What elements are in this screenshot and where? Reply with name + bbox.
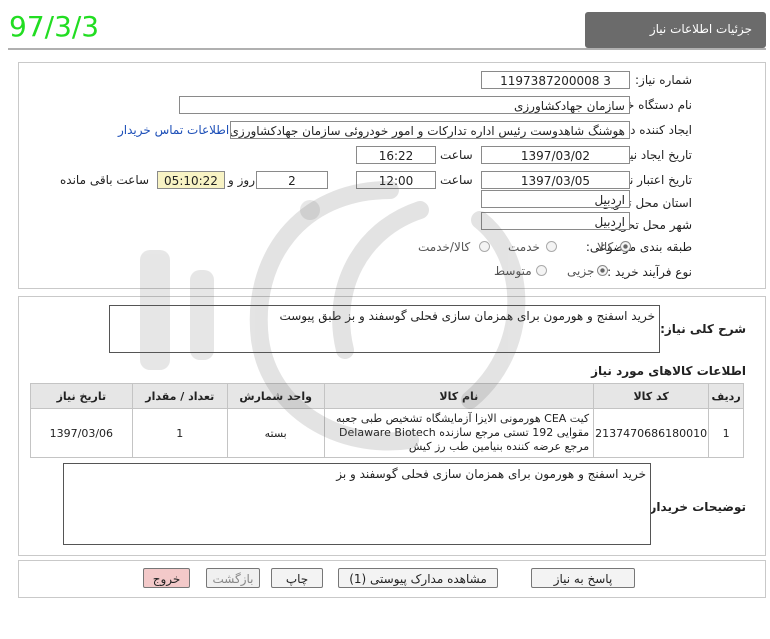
col-header-row: ردیف	[708, 383, 744, 409]
page-title: جزئیات اطلاعات نیاز	[649, 22, 752, 36]
buyer-notes-label: توضیحات خریدار:	[644, 500, 746, 514]
table-row: 1397/03/06 1 بسته کیت CEA هورمونی الایزا…	[30, 408, 744, 458]
cell-row: 1	[708, 408, 744, 458]
process-option-minor-radio[interactable]	[597, 265, 608, 276]
cell-code: 2137470686180010	[593, 408, 710, 458]
remaining-days-field: 2	[256, 171, 328, 189]
summary-text: خرید اسفنج و هورمون برای همزمان سازی فحل…	[109, 305, 660, 353]
exit-button[interactable]: خروج	[143, 568, 190, 588]
requester-field: هوشنگ شاهدوست رئیس اداره تدارکات و امور …	[230, 121, 630, 139]
days-label: روز و	[228, 173, 255, 187]
page-header: جزئیات اطلاعات نیاز	[585, 12, 766, 48]
created-date-field: 1397/03/02	[481, 146, 630, 164]
attachments-button[interactable]: مشاهده مدارک پیوستی (1)	[338, 568, 498, 588]
col-header-unit: واحد شمارش	[226, 383, 325, 409]
process-option-medium-label: متوسط	[494, 264, 532, 278]
col-header-name: نام کالا	[323, 383, 595, 409]
city-field: اردبیل	[481, 212, 630, 230]
process-type-label: نوع فرآیند خرید :	[607, 265, 692, 279]
items-section-title: اطلاعات کالاهای مورد نیاز	[591, 364, 746, 378]
valid-until-time-label: ساعت	[440, 173, 473, 187]
remaining-time-label: ساعت باقی مانده	[60, 173, 150, 187]
category-option-both-radio[interactable]	[479, 241, 490, 252]
category-option-service-label: خدمت	[508, 240, 540, 254]
header-divider	[8, 48, 766, 50]
cell-qty: 1	[131, 408, 228, 458]
need-number-label: شماره نیاز:	[635, 73, 692, 87]
cell-unit: بسته	[226, 408, 325, 458]
valid-until-time-field: 12:00	[356, 171, 436, 189]
category-option-service-radio[interactable]	[546, 241, 557, 252]
col-header-date: تاریخ نیاز	[30, 383, 133, 409]
summary-label: شرح کلی نیاز:	[660, 322, 746, 336]
created-time-label: ساعت	[440, 148, 473, 162]
created-time-field: 16:22	[356, 146, 436, 164]
reply-button[interactable]: پاسخ به نیاز	[531, 568, 635, 588]
cell-name: کیت CEA هورمونی الایزا آزمایشگاه تشخیص ط…	[323, 408, 595, 458]
category-option-goods-radio[interactable]	[620, 241, 631, 252]
need-number-field: 1197387200008 3	[481, 71, 630, 89]
col-header-qty: تعداد / مقدار	[131, 383, 228, 409]
buyer-contact-link[interactable]: اطلاعات تماس خریدار	[118, 123, 229, 137]
valid-until-date-field: 1397/03/05	[481, 171, 630, 189]
print-button[interactable]: چاپ	[271, 568, 323, 588]
process-option-medium-radio[interactable]	[536, 265, 547, 276]
category-option-goods-label: کالا	[597, 240, 614, 254]
cell-date: 1397/03/06	[30, 408, 133, 458]
province-field: اردبیل	[481, 190, 630, 208]
buyer-notes-text: خرید اسفنج و هورمون برای همزمان سازی فحل…	[63, 463, 651, 545]
items-table: تاریخ نیاز تعداد / مقدار واحد شمارش نام …	[30, 383, 744, 458]
items-table-header: تاریخ نیاز تعداد / مقدار واحد شمارش نام …	[30, 383, 744, 409]
buyer-org-field: سازمان جهادکشاورزی	[179, 96, 630, 114]
process-option-minor-label: جزیی	[567, 264, 595, 278]
col-header-code: کد کالا	[593, 383, 710, 409]
date-stamp: 97/3/3	[9, 10, 100, 43]
back-button[interactable]: بازگشت	[206, 568, 260, 588]
remaining-time-field: 05:10:22	[157, 171, 225, 189]
category-option-both-label: کالا/خدمت	[418, 240, 471, 254]
